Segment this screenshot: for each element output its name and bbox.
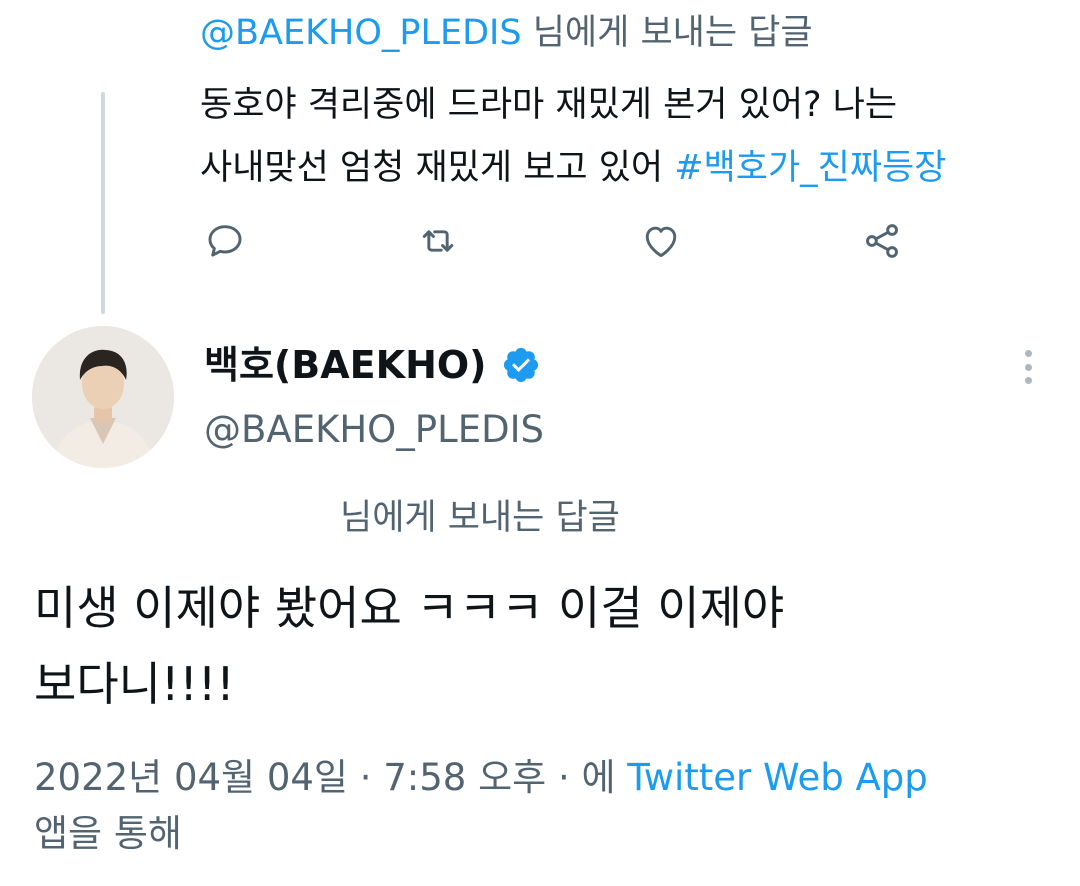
more-options-button[interactable]	[1010, 344, 1046, 390]
share-button[interactable]	[857, 216, 907, 266]
hashtag-link[interactable]: #백호가_진짜등장	[674, 148, 946, 188]
tweet-text: 미생 이제야 봤어요 ㅋㅋㅋ 이걸 이제야 보다니!!!!	[34, 570, 1054, 722]
timestamp-row: 2022년 04월 04일 · 7:58 오후 · 에 Twitter Web …	[34, 750, 1064, 806]
tweet-text-line: 보다니!!!!	[34, 657, 235, 711]
source-app-link[interactable]: Twitter Web App	[627, 756, 927, 799]
share-icon	[866, 224, 898, 258]
parent-reply-to-handle-link[interactable]: @BAEKHO_PLEDIS	[200, 13, 522, 53]
tweet-text-line: 미생 이제야 봤어요 ㅋㅋㅋ 이걸 이제야	[34, 581, 785, 635]
timestamp[interactable]: 2022년 04월 04일 · 7:58 오후 · 에	[34, 756, 627, 799]
retweet-button[interactable]	[413, 216, 463, 266]
reply-context: 님에게 보내는 답글	[340, 498, 620, 538]
parent-tweet-text-line: 사내맞선 엄청 재밌게 보고 있어 #백호가_진짜등장	[200, 137, 1060, 200]
reply-button[interactable]	[200, 216, 250, 266]
reply-icon	[208, 225, 242, 257]
avatar[interactable]	[32, 326, 174, 468]
parent-tweet-text: 동호야 격리중에 드라마 재밌게 본거 있어? 나는 사내맞선 엄청 재밌게 보…	[200, 74, 1060, 200]
heart-icon	[645, 226, 677, 258]
parent-tweet-text-prefix: 사내맞선 엄청 재밌게 보고 있어	[200, 148, 675, 188]
more-dot-icon	[1024, 363, 1032, 371]
thread-connector-line	[101, 92, 105, 314]
retweet-icon	[422, 230, 454, 252]
parent-reply-to-suffix: 님에게 보내는 답글	[521, 13, 813, 53]
more-dot-icon	[1024, 377, 1032, 384]
verified-badge-icon	[503, 347, 538, 383]
avatar-photo	[32, 326, 174, 468]
user-handle[interactable]: @BAEKHO_PLEDIS	[204, 404, 544, 456]
display-name-text: 백호(BAEKHO)	[204, 343, 487, 387]
like-button[interactable]	[636, 216, 686, 266]
tweet-metadata: 2022년 04월 04일 · 7:58 오후 · 에 Twitter Web …	[34, 750, 1064, 862]
parent-reply-context: @BAEKHO_PLEDIS 님에게 보내는 답글	[200, 10, 813, 56]
source-suffix: 앱을 통해	[34, 812, 182, 855]
parent-tweet-actions	[200, 216, 920, 266]
more-dot-icon	[1024, 350, 1032, 357]
display-name[interactable]: 백호(BAEKHO)	[204, 338, 541, 392]
parent-tweet-text-line: 동호야 격리중에 드라마 재밌게 본거 있어? 나는	[200, 85, 898, 125]
